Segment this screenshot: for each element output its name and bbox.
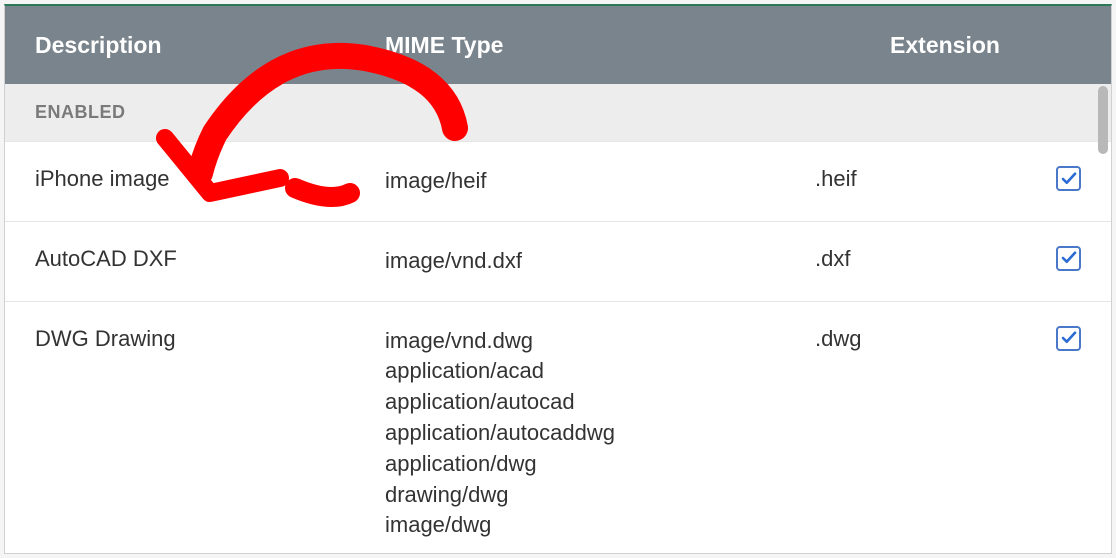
table-scroll-wrapper[interactable]: Description MIME Type Extension ENABLED … — [5, 6, 1111, 553]
header-description: Description — [35, 32, 385, 59]
row-mime-types: image/heif — [385, 166, 815, 197]
header-mime-type: MIME Type — [385, 29, 815, 61]
mime-types-table-container: Description MIME Type Extension ENABLED … — [4, 4, 1112, 554]
mime-type-value: application/autocad — [385, 387, 815, 418]
row-checkbox-cell — [1015, 166, 1081, 191]
row-checkbox-cell — [1015, 326, 1081, 351]
table-row: DWG Drawingimage/vnd.dwgapplication/acad… — [5, 302, 1111, 553]
mime-type-value: application/acad — [385, 356, 815, 387]
section-enabled-label: ENABLED — [5, 84, 1111, 142]
mime-type-value: image/heif — [385, 166, 815, 197]
row-description: DWG Drawing — [35, 326, 385, 352]
mime-type-value: image/dwg — [385, 510, 815, 541]
row-extension: .dwg — [815, 326, 1015, 352]
enable-checkbox[interactable] — [1056, 166, 1081, 191]
scrollbar-thumb[interactable] — [1098, 86, 1108, 154]
checkmark-icon — [1060, 170, 1078, 188]
row-checkbox-cell — [1015, 246, 1081, 271]
row-extension: .heif — [815, 166, 1015, 192]
row-description: AutoCAD DXF — [35, 246, 385, 272]
checkmark-icon — [1060, 329, 1078, 347]
table-row: AutoCAD DXFimage/vnd.dxf.dxf — [5, 222, 1111, 302]
row-extension: .dxf — [815, 246, 1015, 272]
mime-type-value: image/vnd.dxf — [385, 246, 815, 277]
enable-checkbox[interactable] — [1056, 246, 1081, 271]
enable-checkbox[interactable] — [1056, 326, 1081, 351]
mime-type-value: drawing/dwg — [385, 480, 815, 511]
header-extension: Extension — [815, 32, 1075, 59]
table-header-row: Description MIME Type Extension — [5, 6, 1111, 84]
mime-type-value: application/dwg — [385, 449, 815, 480]
mime-type-value: application/autocaddwg — [385, 418, 815, 449]
table-row: iPhone imageimage/heif.heif — [5, 142, 1111, 222]
mime-type-value: image/vnd.dwg — [385, 326, 815, 357]
checkmark-icon — [1060, 249, 1078, 267]
row-mime-types: image/vnd.dxf — [385, 246, 815, 277]
row-mime-types: image/vnd.dwgapplication/acadapplication… — [385, 326, 815, 542]
row-description: iPhone image — [35, 166, 385, 192]
